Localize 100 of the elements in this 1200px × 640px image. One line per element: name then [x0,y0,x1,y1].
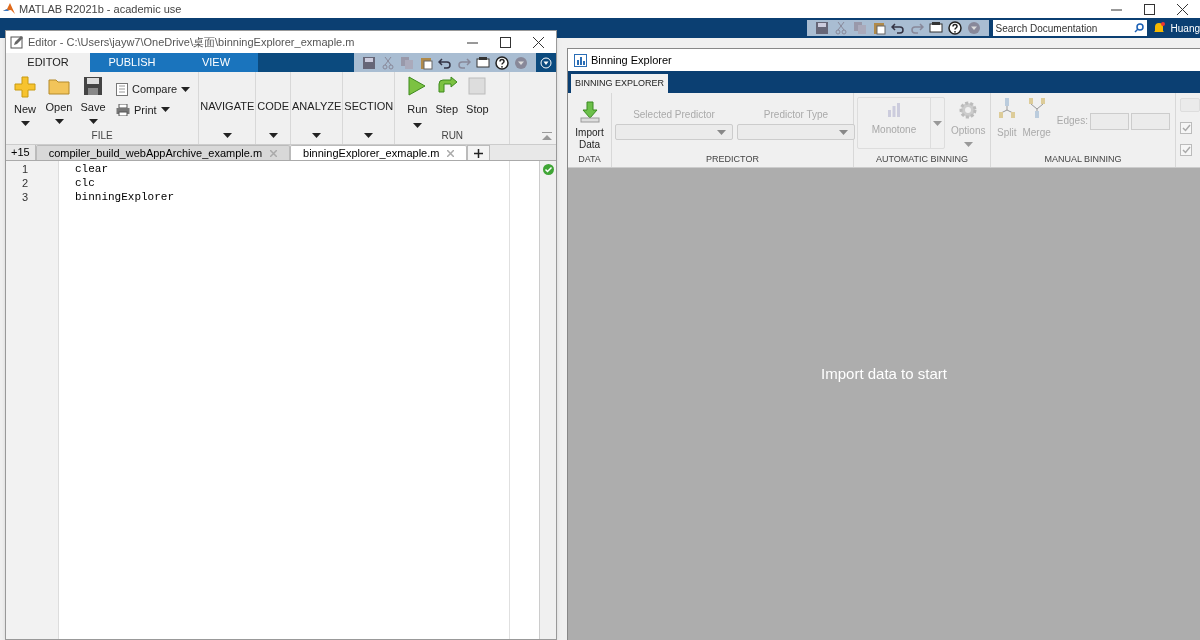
window-title: Binning Explorer [591,52,672,68]
plus-icon [474,148,484,158]
caret-icon [222,133,232,138]
maximize-icon[interactable] [500,36,511,48]
toolstrip-menu[interactable]: NAVIGATE [199,72,257,144]
matlab-logo-icon [3,3,15,15]
compare-icon [116,82,128,96]
printer-icon [116,103,130,116]
group-label: DATA [577,152,602,166]
toolstrip-button[interactable]: Run [407,76,428,128]
caret-icon [312,133,322,138]
help-icon[interactable] [947,21,962,35]
file-tab[interactable]: compiler_build_webAppArchive_example.m [35,145,291,160]
maximize-icon[interactable] [1144,3,1155,15]
toolstrip-menu[interactable]: SECTION [343,72,396,144]
paste-icon[interactable] [871,21,886,35]
collapse-icon[interactable] [542,132,552,140]
step-arrow-icon [435,76,458,96]
merge-icon [1027,97,1046,119]
caret-icon [20,120,30,126]
help-icon[interactable] [495,55,509,70]
checkbox[interactable] [1180,122,1192,134]
caret-icon [54,118,64,124]
checkbox[interactable] [1180,144,1192,156]
split-icon [997,97,1016,119]
search-icon [1133,23,1144,33]
ribbon-tab[interactable]: BINNING EXPLORER [571,74,669,93]
plus-icon [14,76,36,98]
group-label: RUN [440,129,465,143]
close-icon[interactable] [1177,3,1188,15]
caret-icon [717,129,726,135]
caret-icon [88,118,98,124]
toolstrip-button[interactable]: Print [116,101,191,118]
dropdown-label: Selected Predictor [632,108,716,122]
toolstrip-button[interactable]: Open [44,76,74,128]
line-number: 1 [21,162,30,175]
group-label: FILE [90,129,114,143]
bar-chart-icon [574,53,587,67]
file-tab[interactable]: binningExplorer_exmaple.m [290,145,468,160]
window-title: MATLAB R2021b - academic use [19,1,182,17]
edge-field[interactable] [1130,113,1170,130]
caret-icon [181,86,191,92]
new-tab-button[interactable] [467,145,491,160]
edge-field[interactable] [1089,113,1129,130]
download-arrow-icon [579,101,600,123]
cut-icon[interactable] [381,55,395,70]
user-name[interactable]: Huang [1170,20,1200,36]
redo-icon[interactable] [457,55,471,70]
toolstrip-menu[interactable]: CODE [256,72,292,144]
caret-icon [364,133,374,138]
ribbon-tab[interactable]: PUBLISH [90,53,174,72]
group-label: MANUAL BINNING [1043,152,1123,166]
toolstrip-menu[interactable]: ANALYZE [291,72,344,144]
check-icon [1181,146,1191,154]
toolstrip-button[interactable]: Step [435,76,459,128]
code-line: clear [75,162,109,175]
import-data-button[interactable]: Import Data [568,93,611,153]
window-title: Editor - C:\Users\jayw7\OneDrive\桌面\binningExplorer_exmaple.m [28,34,355,50]
ribbon-tab[interactable]: EDITOR [6,53,90,72]
gear-icon [959,101,978,119]
line-number: 2 [21,176,30,189]
code-line: clc [75,176,96,189]
paste-icon[interactable] [419,55,433,70]
close-icon[interactable] [533,36,544,48]
toolstrip-button[interactable]: Compare [116,81,191,98]
undo-icon[interactable] [438,55,452,70]
check-icon [542,164,554,175]
caret-icon [839,129,848,135]
undo-icon[interactable] [890,21,905,35]
caret-icon [268,133,278,138]
expand-icon[interactable] [540,56,552,69]
code-line: binningExplorer [75,190,176,203]
check-icon [1181,124,1191,132]
bar-chart-icon [886,102,902,118]
play-icon [408,76,427,96]
search-field[interactable]: Search Documentation [992,20,1147,36]
window-icon[interactable] [476,55,490,70]
toolstrip-button[interactable]: New [10,76,40,128]
save-icon[interactable] [362,55,376,70]
stop-icon [468,76,487,96]
window-icon[interactable] [928,21,943,35]
dropdown-icon[interactable] [514,55,528,70]
bell-icon[interactable] [1152,22,1165,34]
copy-icon[interactable] [400,55,414,70]
pencil-icon [10,35,24,49]
caret-icon [963,142,973,147]
more-tabs-button[interactable]: +15 [6,145,36,160]
dropdown-label: Predictor Type [762,108,830,122]
group-label: PREDICTOR [705,152,760,166]
cut-icon[interactable] [833,21,848,35]
folder-icon [48,76,70,96]
caret-icon [160,107,170,113]
toolstrip-button[interactable]: Stop [466,76,489,128]
group-label: AUTOMATIC BINNING [874,152,970,166]
empty-state-message: Import data to start [821,363,947,384]
save-icon[interactable] [814,21,829,35]
toolstrip-button[interactable]: Save [78,76,108,128]
ribbon-tab[interactable]: VIEW [174,53,258,72]
edges-label: Edges: [1056,114,1088,128]
line-number: 3 [21,190,30,203]
